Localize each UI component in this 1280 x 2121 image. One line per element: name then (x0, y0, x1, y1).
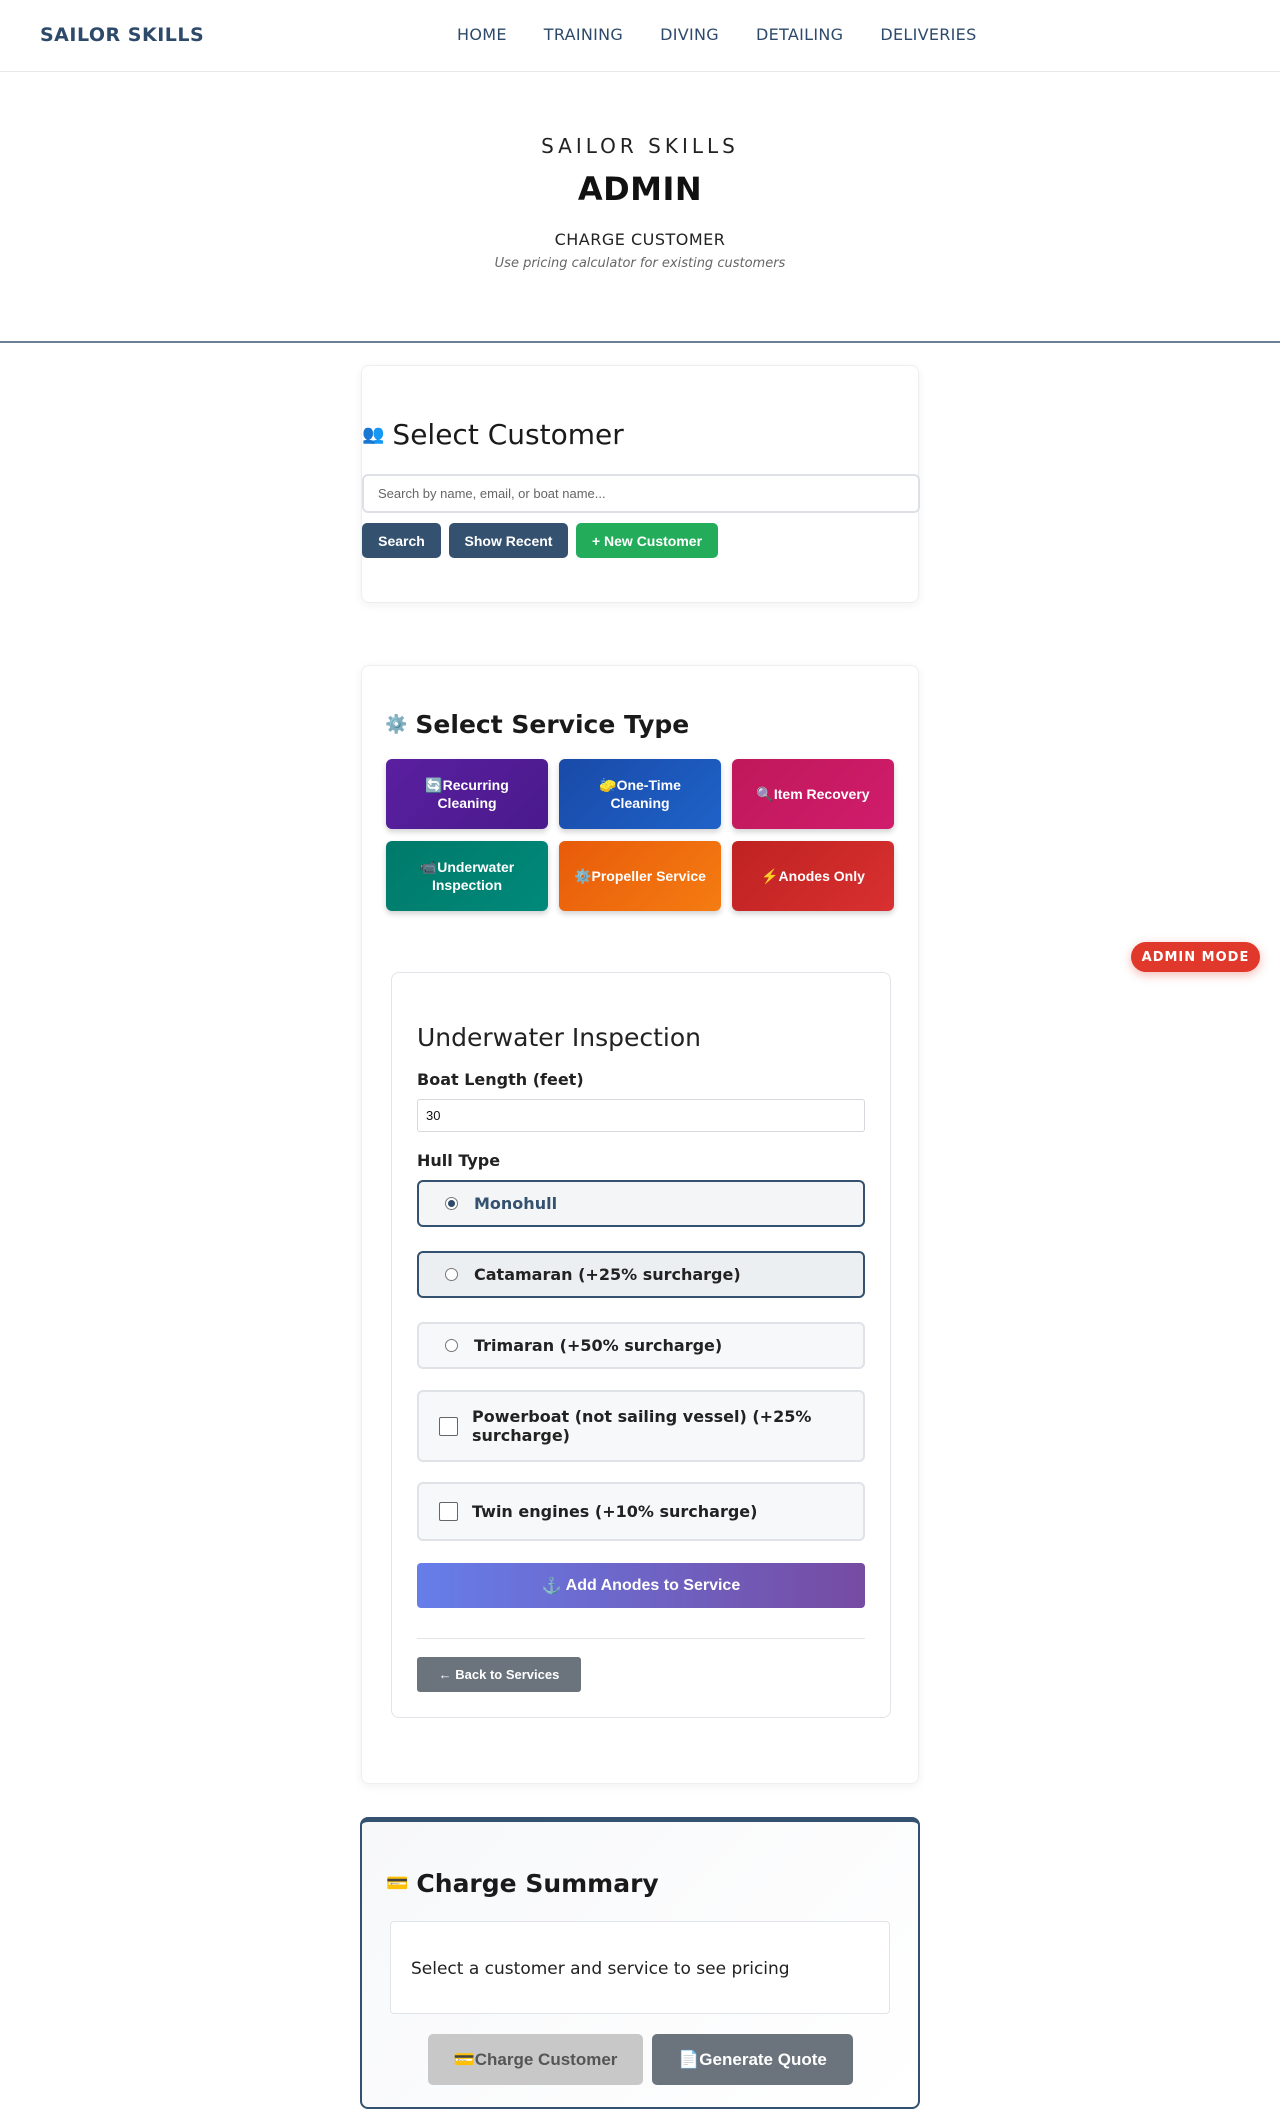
add-anodes-label: Add Anodes to Service (565, 1576, 741, 1594)
boat-length-input[interactable] (417, 1099, 865, 1132)
credit-card-icon: 💳 (386, 1873, 409, 1894)
service-propeller-service-button[interactable]: ⚙️Propeller Service (559, 841, 721, 911)
select-customer-title: Select Customer (392, 418, 624, 451)
service-label: Underwater Inspection (431, 859, 515, 893)
nav-link-home[interactable]: HOME (457, 25, 507, 44)
service-form-title: Underwater Inspection (417, 1023, 701, 1052)
nav-link-diving[interactable]: DIVING (660, 25, 719, 44)
back-to-services-button[interactable]: ← Back to Services (417, 1657, 581, 1692)
twin-engines-label: Twin engines (+10% surcharge) (472, 1502, 758, 1521)
recurring-icon: 🔄 (425, 777, 443, 793)
service-form-panel: Underwater Inspection Boat Length (feet)… (391, 972, 891, 1718)
header-kicker: SAILOR SKILLS (541, 134, 739, 158)
boat-length-label: Boat Length (feet) (417, 1070, 584, 1089)
sponge-icon: 🧽 (599, 777, 617, 793)
pricing-summary-box: Select a customer and service to see pri… (390, 1921, 890, 2014)
select-customer-card: 👥 Select Customer Search Show Recent + N… (361, 365, 920, 603)
service-label: Item Recovery (773, 786, 870, 802)
nav-link-training[interactable]: TRAINING (544, 25, 623, 44)
twin-engines-option[interactable]: Twin engines (+10% surcharge) (417, 1482, 865, 1541)
camera-icon: 📹 (419, 859, 438, 875)
nav-link-detailing[interactable]: DETAILING (756, 25, 843, 44)
charge-customer-button[interactable]: 💳Charge Customer (428, 2034, 643, 2085)
charge-summary-heading: 💳 Charge Summary (386, 1869, 659, 1898)
radio-unselected[interactable] (445, 1339, 458, 1352)
hull-option-label: Trimaran (+50% surcharge) (474, 1336, 723, 1355)
hull-option-label: Catamaran (+25% surcharge) (474, 1265, 741, 1284)
powerboat-option[interactable]: Powerboat (not sailing vessel) (+25% sur… (417, 1390, 865, 1462)
pricing-placeholder-text: Select a customer and service to see pri… (411, 1959, 790, 1979)
hull-option-label: Monohull (474, 1194, 558, 1213)
magnifier-icon: 🔍 (756, 786, 774, 802)
generate-quote-button[interactable]: 📄Generate Quote (652, 2034, 853, 2085)
service-underwater-inspection-button[interactable]: 📹Underwater Inspection (386, 841, 548, 911)
gear-icon: ⚙️ (385, 714, 408, 735)
hull-option-catamaran[interactable]: Catamaran (+25% surcharge) (417, 1251, 865, 1298)
service-recurring-cleaning-button[interactable]: 🔄Recurring Cleaning (386, 759, 548, 829)
search-button[interactable]: Search (362, 523, 441, 558)
page-header: SAILOR SKILLS ADMIN CHARGE CUSTOMER Use … (0, 72, 1280, 343)
page-title: ADMIN (577, 170, 703, 208)
hull-option-trimaran[interactable]: Trimaran (+50% surcharge) (417, 1322, 865, 1369)
radio-unselected[interactable] (445, 1268, 458, 1281)
radio-selected[interactable] (445, 1197, 458, 1210)
service-label: Recurring Cleaning (437, 777, 509, 811)
charge-summary-title: Charge Summary (416, 1869, 659, 1898)
gear-icon: ⚙️ (574, 868, 592, 884)
powerboat-checkbox[interactable] (439, 1416, 458, 1436)
users-icon: 👥 (362, 424, 385, 445)
select-service-title: Select Service Type (415, 710, 690, 739)
admin-mode-badge: ADMIN MODE (1131, 942, 1260, 972)
powerboat-label: Powerboat (not sailing vessel) (+25% sur… (472, 1407, 812, 1445)
service-one-time-cleaning-button[interactable]: 🧽One-Time Cleaning (559, 759, 721, 829)
service-label: Propeller Service (591, 868, 706, 884)
customer-search-input[interactable] (362, 474, 920, 513)
twin-engines-checkbox[interactable] (439, 1502, 458, 1521)
anchor-icon: ⚓ (541, 1577, 562, 1595)
show-recent-button[interactable]: Show Recent (449, 523, 568, 558)
nav-link-deliveries[interactable]: DELIVERIES (880, 25, 976, 44)
page-subtitle: CHARGE CUSTOMER (554, 230, 726, 249)
new-customer-button[interactable]: + New Customer (576, 523, 718, 558)
charge-summary-card: 💳 Charge Summary Select a customer and s… (360, 1817, 920, 2109)
add-anodes-button[interactable]: ⚓ Add Anodes to Service (417, 1563, 865, 1608)
service-label: Anodes Only (778, 868, 865, 884)
page-description: Use pricing calculator for existing cust… (494, 256, 786, 271)
top-nav: SAILOR SKILLS HOME TRAINING DIVING DETAI… (0, 0, 1280, 72)
service-label: One-Time Cleaning (610, 777, 681, 811)
brand-logo[interactable]: SAILOR SKILLS (40, 24, 204, 46)
hull-option-monohull[interactable]: Monohull (417, 1180, 865, 1227)
lightning-icon: ⚡ (761, 868, 779, 884)
form-divider (417, 1638, 865, 1639)
select-service-heading: ⚙️ Select Service Type (385, 710, 689, 739)
select-customer-heading: 👥 Select Customer (362, 418, 624, 451)
nav-links: HOME TRAINING DIVING DETAILING DELIVERIE… (457, 25, 977, 44)
select-service-card: ⚙️ Select Service Type 🔄Recurring Cleani… (361, 665, 919, 1784)
service-anodes-only-button[interactable]: ⚡Anodes Only (732, 841, 894, 911)
service-item-recovery-button[interactable]: 🔍Item Recovery (732, 759, 894, 829)
hull-type-label: Hull Type (417, 1151, 501, 1170)
